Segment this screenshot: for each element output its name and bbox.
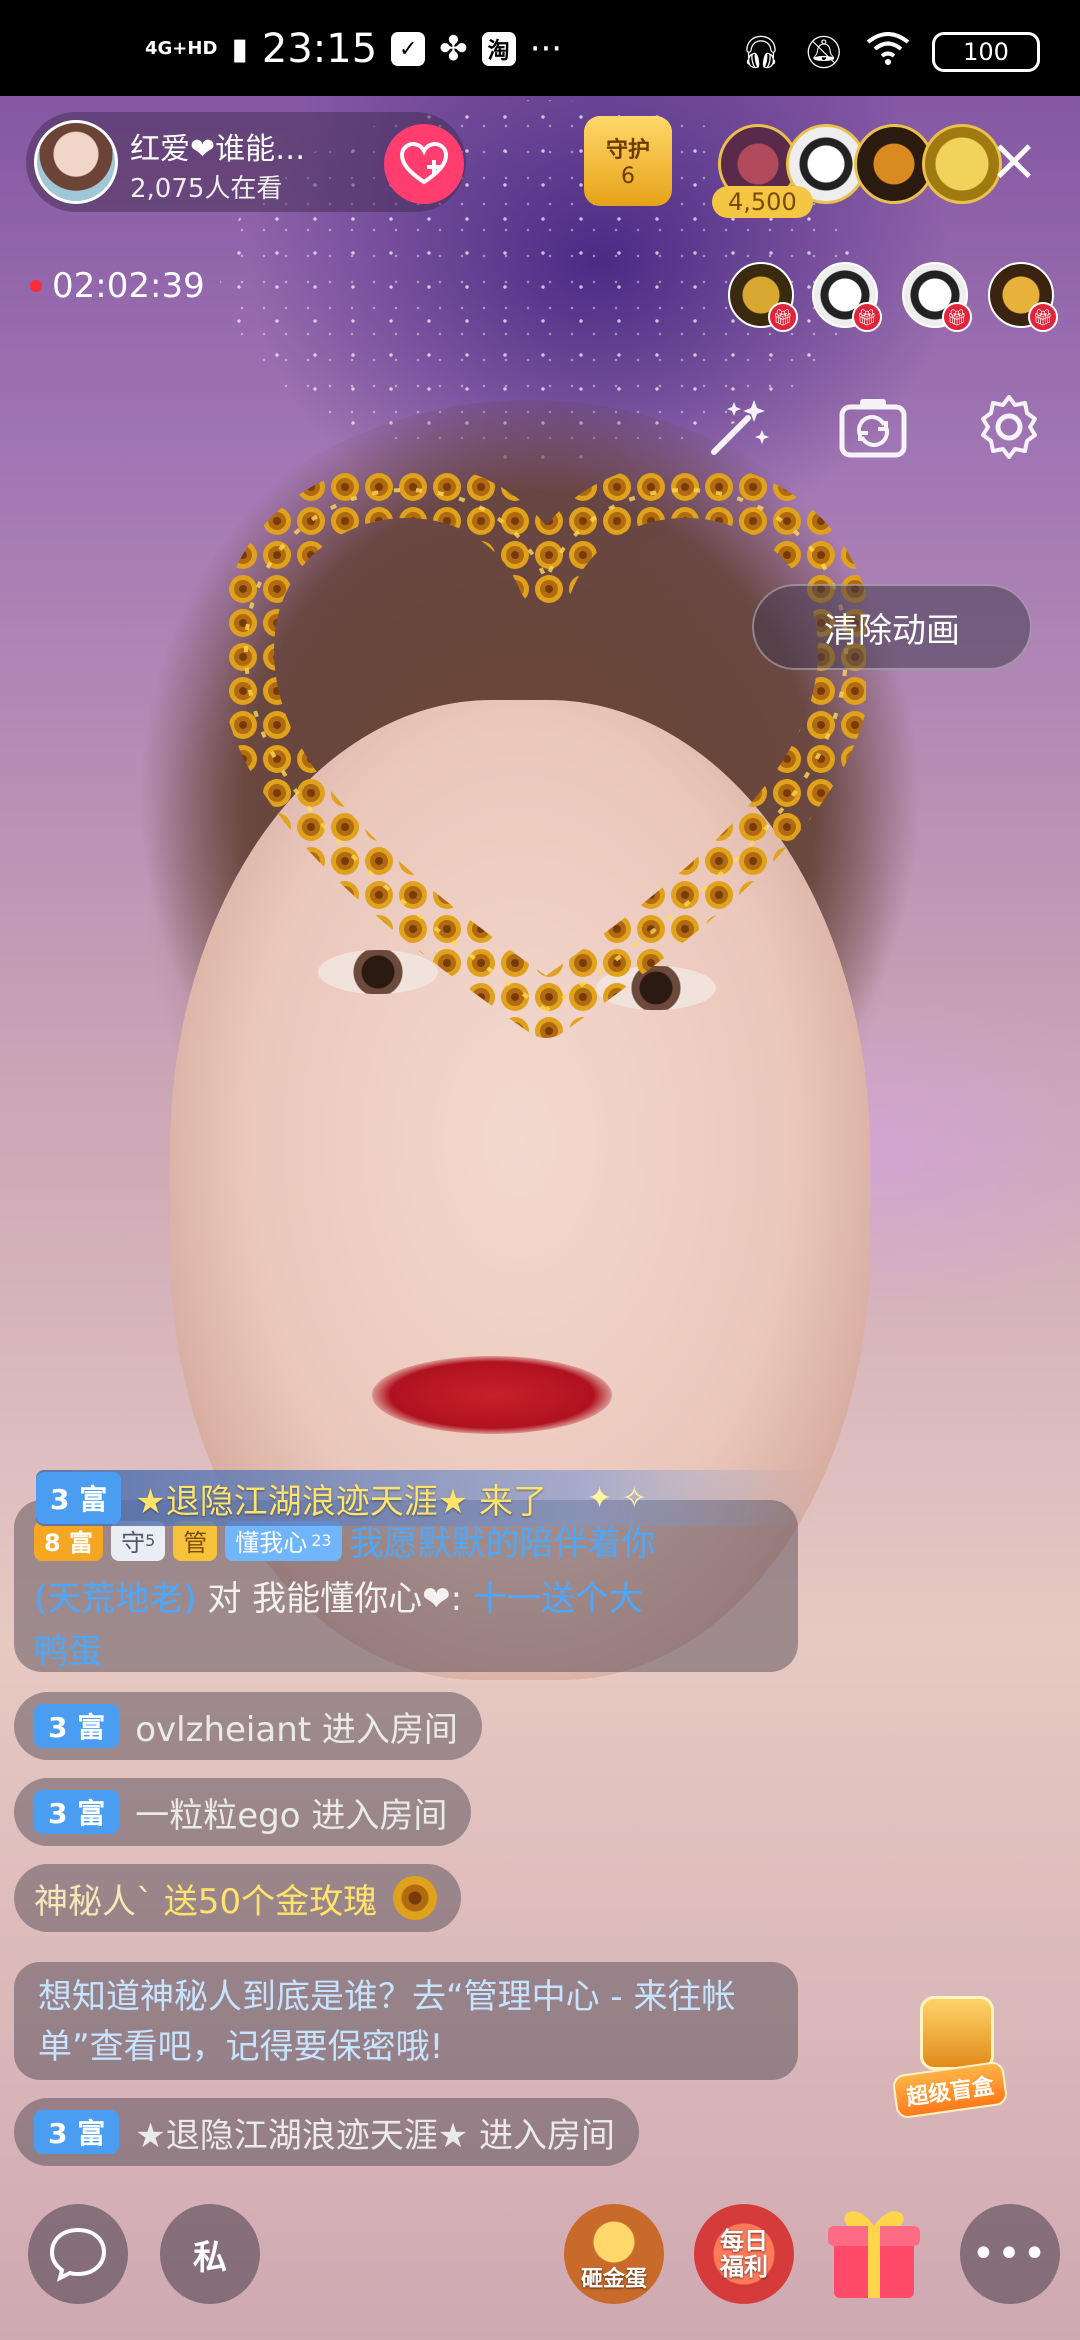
gift-sender-avatar[interactable]: 🎁︎ — [728, 262, 798, 332]
gift-sender-avatar[interactable]: 🎁︎ — [902, 262, 972, 332]
status-bar: 4G+HD ▮ 23:15 ✓ ✤ 淘 ··· 🎧︎ 🔕︎ 100 — [0, 0, 1080, 96]
flip-camera-icon[interactable] — [838, 392, 908, 462]
guard-badge-level: 5 — [145, 1531, 156, 1550]
guard-count: 6 — [621, 164, 635, 189]
taobao-icon: 淘 — [481, 32, 516, 66]
gift-box-icon[interactable] — [826, 2198, 922, 2302]
recording-dot — [30, 280, 42, 292]
wealth-level-badge: 3 富 — [36, 1472, 122, 1524]
gift-icon: 🎁︎ — [942, 302, 972, 332]
smash-golden-egg-button[interactable]: 砸金蛋 — [564, 2204, 664, 2304]
gold-rose-heart-animation — [226, 470, 866, 1038]
more-dots-icon: ••• — [971, 2231, 1049, 2277]
follow-button[interactable] — [384, 124, 464, 204]
system-message: 想知道神秘人到底是谁？去“管理中心 - 来往帐单”查看吧，记得要保密哦! — [14, 1962, 798, 2080]
private-message-label: 私 — [193, 2237, 227, 2278]
clear-animation-button[interactable]: 清除动画 — [752, 584, 1032, 670]
fan-club-badge: 懂我心 23 — [225, 1520, 342, 1561]
contribution-score: 4,500 — [712, 186, 813, 218]
more-options-button[interactable]: ••• — [960, 2204, 1060, 2304]
guard-badge-label: 守 — [121, 1529, 146, 1557]
wealth-level-badge: 3 富 — [34, 1704, 120, 1748]
live-timer: 02:02:39 — [30, 266, 205, 306]
headphones-icon: 🎧︎ — [740, 33, 782, 71]
guard-label: 守护 — [605, 138, 650, 163]
settings-gear-icon[interactable] — [974, 392, 1044, 462]
fan-club-level: 23 — [311, 1531, 332, 1550]
daily-benefits-button[interactable]: 每日福利 — [694, 2204, 794, 2304]
timer-text: 02:02:39 — [52, 266, 205, 306]
gift-sender-name: 神秘人` 送50个金玫瑰 — [34, 1874, 377, 1923]
wealth-level-badge: 3 富 — [34, 1790, 120, 1834]
host-avatar[interactable] — [34, 120, 118, 204]
entry-banner-text: ★退隐江湖浪迹天涯★ 来了 — [135, 1481, 548, 1522]
chat-text-line2: 十一送个大 — [472, 1579, 643, 1619]
wealth-level-badge: 3 富 — [34, 2110, 120, 2154]
enter-room-notice[interactable]: 3 富 ★退隐江湖浪迹天涯★ 进入房间 — [14, 2098, 640, 2166]
chat-username[interactable]: (天荒地老) — [34, 1579, 197, 1619]
private-message-button[interactable]: 私 — [160, 2204, 260, 2304]
more-notifications: ··· — [529, 29, 563, 69]
message-icon: ✓ — [391, 32, 426, 66]
vip-entry-banner: 3 富 ★退隐江湖浪迹天涯★ 来了 ✦ ✧ — [36, 1470, 816, 1526]
chat-bubble-icon — [49, 2227, 107, 2282]
gift-sender-avatar[interactable]: 🎁︎ — [988, 262, 1058, 332]
pinwheel-icon: ✤ — [439, 29, 468, 69]
enter-room-text: 一粒粒ego 进入房间 — [135, 1795, 448, 1836]
close-icon[interactable]: × — [984, 130, 1044, 190]
gift-notice[interactable]: 神秘人` 送50个金玫瑰 — [14, 1864, 462, 1932]
heart-plus-icon — [400, 142, 448, 185]
clock: 23:15 — [261, 26, 378, 72]
clear-animation-label: 清除动画 — [824, 610, 960, 651]
beauty-wand-icon[interactable] — [704, 392, 774, 462]
streamer-lips — [372, 1356, 612, 1434]
gift-text: 送50个金玫瑰 — [153, 1881, 378, 1922]
daily-benefits-label: 每日福利 — [720, 2227, 768, 2281]
mute-icon: 🔕︎ — [803, 33, 844, 71]
fan-club-name: 懂我心 — [235, 1529, 308, 1557]
enter-room-text: ovlzheiant 进入房间 — [135, 1709, 458, 1750]
super-blind-box-button[interactable]: 超级盲盒 — [886, 1990, 1026, 2120]
sparkle-icon: ✦ ✧ — [587, 1480, 647, 1516]
smash-egg-label: 砸金蛋 — [580, 2267, 647, 2292]
enter-room-notice[interactable]: 3 富 ovlzheiant 进入房间 — [14, 1692, 482, 1760]
guard-badge[interactable]: 守护 6 — [584, 116, 672, 206]
signal-icon: ▮ — [231, 31, 248, 67]
chat-reply-to: 对 我能懂你心❤: — [196, 1579, 473, 1619]
gift-icon: 🎁︎ — [768, 302, 798, 332]
blind-box-icon — [920, 1996, 994, 2070]
wealth-level-badge: 8 富 — [34, 1520, 104, 1561]
chat-text-line3: 鸭蛋 — [34, 1632, 102, 1672]
network-indicator: 4G+HD — [145, 38, 218, 59]
enter-room-text: ★退隐江湖浪迹天涯★ 进入房间 — [135, 2115, 616, 2156]
chat-input-button[interactable] — [28, 2204, 128, 2304]
wifi-icon — [866, 30, 910, 74]
enter-room-notice[interactable]: 3 富 一粒粒ego 进入房间 — [14, 1778, 472, 1846]
gift-sender: 神秘人` — [34, 1881, 153, 1922]
guard-level-badge: 守5 — [111, 1520, 166, 1561]
host-name: 红爱❤谁能… — [130, 132, 306, 167]
admin-badge: 管 — [173, 1520, 218, 1561]
viewer-count: 2,075人在看 — [130, 174, 283, 204]
gift-icon: 🎁︎ — [852, 302, 882, 332]
gift-sender-avatar[interactable]: 🎁︎ — [812, 262, 882, 332]
gift-icon: 🎁︎ — [1028, 302, 1058, 332]
gold-rose-icon — [393, 1876, 438, 1920]
blind-box-label: 超级盲盒 — [891, 2060, 1009, 2120]
battery-icon: 100 — [932, 32, 1040, 72]
